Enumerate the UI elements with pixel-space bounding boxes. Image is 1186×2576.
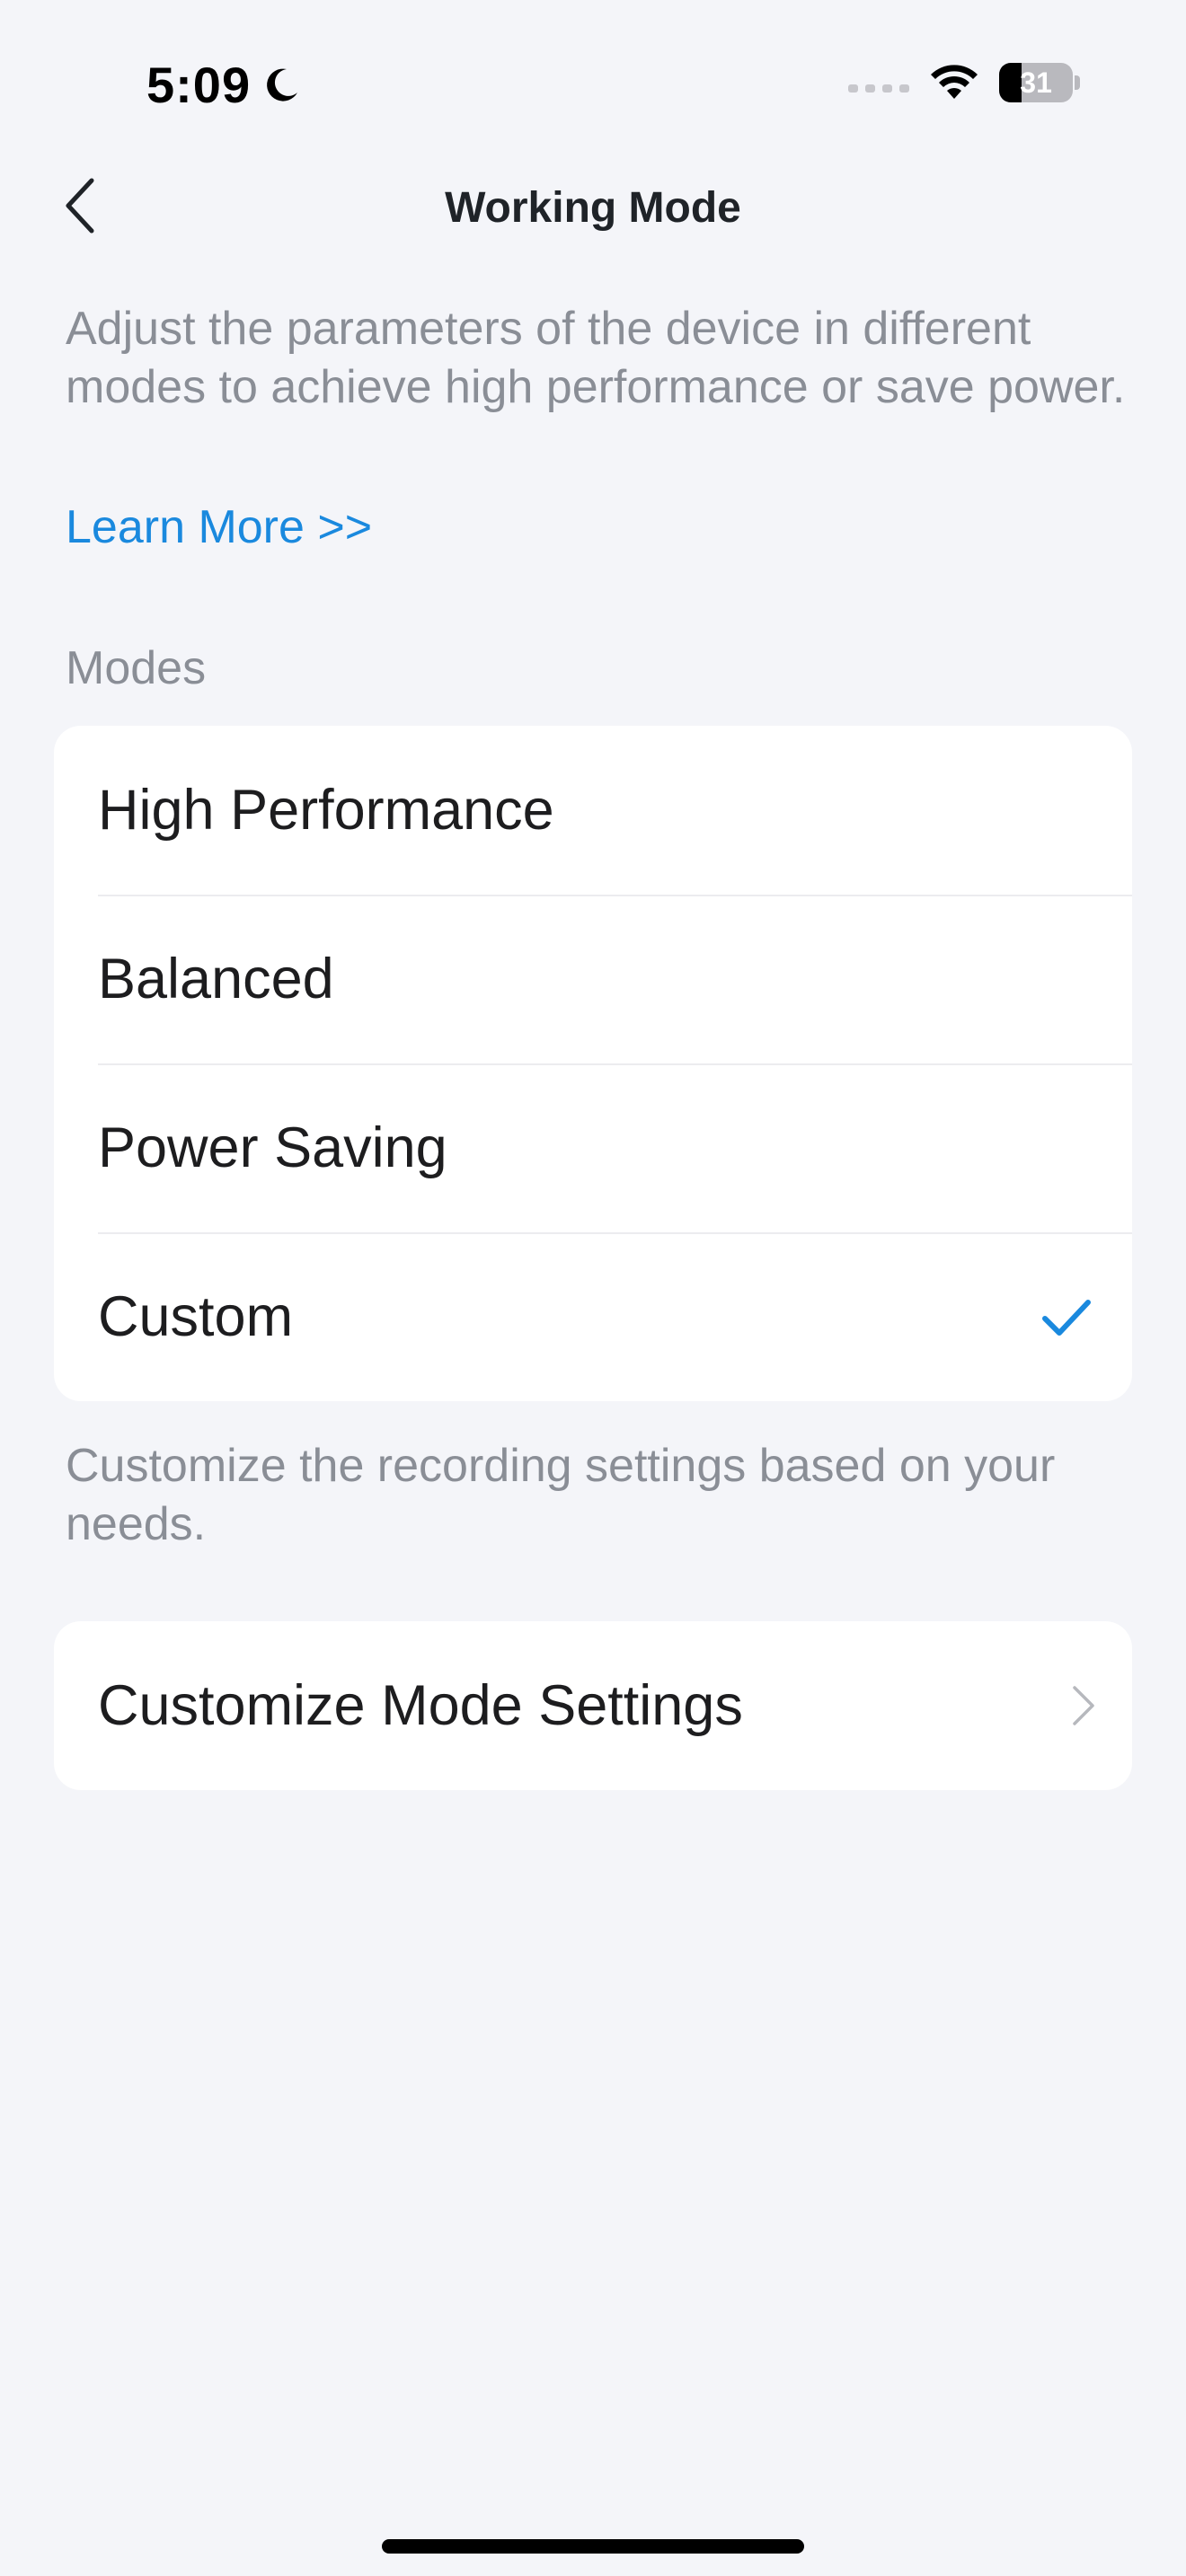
mode-option-high-performance[interactable]: High Performance (54, 726, 1132, 895)
modes-list: High Performance Balanced Power Saving C… (54, 726, 1132, 1401)
moon-icon (267, 68, 298, 101)
mode-label: High Performance (98, 779, 554, 842)
signal-icon (848, 84, 909, 93)
page-title: Working Mode (445, 184, 741, 232)
navigation-bar: Working Mode (0, 171, 1186, 251)
chevron-right-icon (1073, 1686, 1094, 1725)
home-indicator[interactable] (382, 2539, 804, 2554)
customize-settings-card: Customize Mode Settings (54, 1621, 1132, 1790)
wifi-icon (931, 65, 978, 99)
battery-tip (1075, 75, 1080, 90)
customize-mode-settings-label: Customize Mode Settings (98, 1674, 743, 1737)
check-icon (1042, 1300, 1091, 1336)
mode-option-power-saving[interactable]: Power Saving (54, 1063, 1132, 1232)
mode-option-balanced[interactable]: Balanced (54, 895, 1132, 1063)
status-time-group: 5:09 (146, 56, 303, 114)
battery-level: 31 (1020, 66, 1052, 99)
learn-more-link[interactable]: Learn More >> (66, 498, 372, 557)
mode-label: Balanced (98, 948, 334, 1010)
customize-mode-settings-button[interactable]: Customize Mode Settings (54, 1621, 1132, 1790)
page-description: Adjust the parameters of the device in d… (66, 303, 1126, 413)
status-time: 5:09 (146, 57, 252, 113)
custom-mode-note: Customize the recording settings based o… (66, 1440, 1056, 1550)
status-indicators: 31 (848, 63, 1080, 102)
status-bar: 5:09 31 (0, 0, 1186, 171)
modes-section-header: Modes (66, 642, 207, 694)
battery-body: 31 (999, 63, 1074, 102)
mode-option-custom[interactable]: Custom (54, 1232, 1132, 1401)
battery-indicator: 31 (999, 63, 1080, 102)
mode-label: Power Saving (98, 1116, 447, 1179)
mode-label: Custom (98, 1285, 294, 1348)
